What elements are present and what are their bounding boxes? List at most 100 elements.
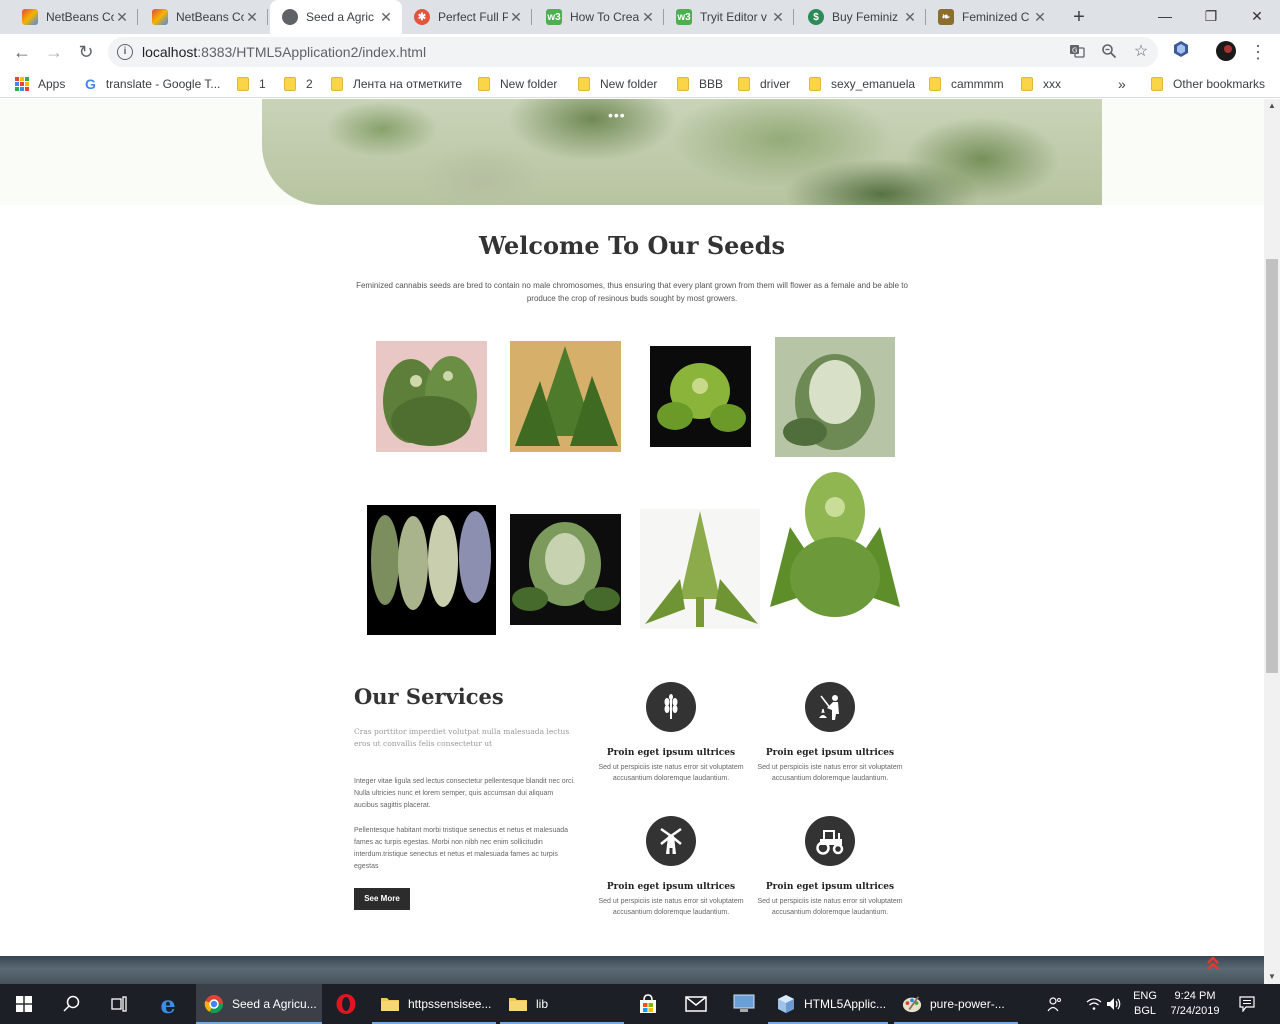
gallery-image[interactable] — [640, 509, 760, 629]
taskbar-app-netbeans[interactable]: HTML5Applic... — [768, 984, 888, 1024]
bookmark-label: translate - Google T... — [105, 77, 221, 91]
bookmark-translate[interactable]: G translate - Google T... — [85, 75, 220, 93]
services-title: Our Services — [354, 684, 504, 709]
browser-tab[interactable]: ✱ Perfect Full P ✕ — [402, 0, 532, 34]
opera-button[interactable] — [322, 984, 370, 1024]
browser-tab[interactable]: w3 How To Crea ✕ — [534, 0, 664, 34]
gallery-image[interactable] — [770, 467, 900, 625]
people-icon[interactable] — [1044, 984, 1066, 1024]
scroll-to-top-button[interactable] — [1203, 955, 1223, 975]
notifications-icon[interactable] — [1232, 984, 1262, 1024]
browser-tab[interactable]: ❧ Feminized C ✕ — [926, 0, 1056, 34]
taskbar-app-chrome[interactable]: Seed a Agricu... — [196, 984, 322, 1024]
bookmark-folder[interactable]: xxx — [1021, 75, 1061, 93]
bookmark-folder[interactable]: 2 — [284, 75, 313, 93]
close-tab-icon[interactable]: ✕ — [640, 9, 656, 26]
maximize-button[interactable]: ❐ — [1188, 0, 1234, 32]
browser-tab[interactable]: $ Buy Feminiz ✕ — [796, 0, 926, 34]
bookmark-folder[interactable]: driver — [738, 75, 790, 93]
back-button[interactable]: ← — [8, 38, 36, 66]
dollar-icon: $ — [808, 9, 824, 25]
folder-icon — [1151, 77, 1163, 91]
close-tab-icon[interactable]: ✕ — [114, 9, 130, 26]
info-icon[interactable]: i — [117, 44, 133, 60]
url-text[interactable]: localhost:8383/HTML5Application2/index.h… — [142, 44, 426, 60]
hero-carousel-dots[interactable]: ••• — [608, 107, 626, 123]
service-description: Sed ut perspiciis iste natus error sit v… — [598, 898, 744, 916]
farmer-icon — [805, 682, 855, 732]
service-name: Proin eget ipsum ultrices — [765, 748, 895, 758]
gallery-image[interactable] — [367, 505, 496, 635]
close-tab-icon[interactable]: ✕ — [1032, 9, 1048, 26]
bookmarks-overflow-button[interactable]: » — [1118, 75, 1126, 93]
other-bookmarks[interactable]: Other bookmarks — [1151, 75, 1265, 93]
url-host: localhost — [142, 44, 198, 60]
bookmark-apps[interactable]: Apps — [15, 75, 65, 93]
remote-desktop-button[interactable] — [720, 984, 768, 1024]
netbeans-icon — [152, 9, 168, 25]
page-scrollbar[interactable]: ▲ ▼ — [1264, 99, 1280, 984]
scroll-down-arrow[interactable]: ▼ — [1264, 970, 1280, 984]
scrollbar-thumb[interactable] — [1266, 259, 1278, 673]
search-icon — [63, 995, 80, 1012]
scroll-up-arrow[interactable]: ▲ — [1264, 99, 1280, 113]
browser-tab[interactable]: NetBeans Co ✕ — [140, 0, 268, 34]
extension-icon[interactable] — [1169, 40, 1193, 64]
close-tab-icon[interactable]: ✕ — [244, 9, 260, 26]
taskbar-app-paint[interactable]: pure-power-... — [894, 984, 1018, 1024]
bookmark-folder[interactable]: cammmm — [929, 75, 1004, 93]
profile-avatar[interactable] — [1214, 40, 1238, 64]
gallery-image[interactable] — [510, 341, 621, 452]
forward-button[interactable]: → — [40, 38, 68, 66]
close-tab-icon[interactable]: ✕ — [508, 9, 524, 26]
browser-tab-active[interactable]: Seed a Agric ✕ — [270, 0, 402, 34]
address-bar[interactable]: i localhost:8383/HTML5Application2/index… — [108, 37, 1158, 67]
bookmark-label: BBB — [699, 77, 724, 91]
zoom-icon[interactable] — [1100, 43, 1118, 61]
taskbar-app-explorer[interactable]: lib — [500, 984, 624, 1024]
wifi-icon[interactable] — [1084, 984, 1104, 1024]
mail-button[interactable] — [672, 984, 720, 1024]
volume-icon[interactable] — [1104, 984, 1124, 1024]
windows-taskbar: e Seed a Agricu... httpssensisee... lib … — [0, 984, 1280, 1024]
bookmark-label: 2 — [306, 77, 313, 91]
reload-button[interactable]: ↻ — [72, 38, 100, 66]
close-tab-icon[interactable]: ✕ — [902, 9, 918, 26]
bookmark-folder[interactable]: BBB — [677, 75, 723, 93]
bookmark-folder[interactable]: New folder — [478, 75, 557, 93]
bookmark-label: cammmm — [951, 77, 1004, 91]
welcome-text: Feminized cannabis seeds are bred to con… — [356, 281, 908, 303]
minimize-button[interactable]: — — [1142, 0, 1188, 32]
bookmark-folder[interactable]: 1 — [237, 75, 266, 93]
gallery-image[interactable] — [510, 514, 621, 625]
gallery-image[interactable] — [376, 341, 487, 452]
task-view-button[interactable] — [96, 984, 144, 1024]
new-tab-button[interactable]: + — [1066, 4, 1092, 30]
bookmark-folder[interactable]: New folder — [578, 75, 657, 93]
menu-icon[interactable]: ⋮ — [1246, 40, 1270, 64]
opera-icon: ✱ — [414, 9, 430, 25]
input-language[interactable]: ENG BGL — [1128, 984, 1162, 1024]
see-more-button[interactable]: See More — [354, 888, 410, 910]
start-button[interactable] — [0, 984, 48, 1024]
bookmark-folder[interactable]: sexy_emanuela — [809, 75, 915, 93]
taskbar-app-explorer[interactable]: httpssensisee... — [372, 984, 496, 1024]
bookmark-label: driver — [760, 77, 791, 91]
bookmark-star-icon[interactable]: ☆ — [1132, 43, 1150, 61]
language-code: ENG — [1133, 990, 1157, 1002]
browser-tab[interactable]: w3 Tryit Editor v ✕ — [664, 0, 794, 34]
translate-icon[interactable]: G — [1068, 43, 1086, 61]
close-tab-icon[interactable]: ✕ — [770, 9, 786, 26]
bookmark-folder[interactable]: Лента на отметките — [331, 75, 462, 93]
store-button[interactable] — [624, 984, 672, 1024]
search-button[interactable] — [48, 984, 96, 1024]
tab-title: Tryit Editor v — [700, 10, 767, 24]
gallery-image[interactable] — [775, 337, 895, 457]
edge-button[interactable]: e — [144, 984, 192, 1024]
close-tab-icon[interactable]: ✕ — [378, 9, 394, 26]
close-window-button[interactable]: ✕ — [1234, 0, 1280, 32]
clock[interactable]: 9:24 PM 7/24/2019 — [1164, 984, 1226, 1024]
gallery-image[interactable] — [650, 346, 751, 447]
browser-tab[interactable]: NetBeans Co ✕ — [10, 0, 138, 34]
computer-icon — [733, 994, 755, 1012]
